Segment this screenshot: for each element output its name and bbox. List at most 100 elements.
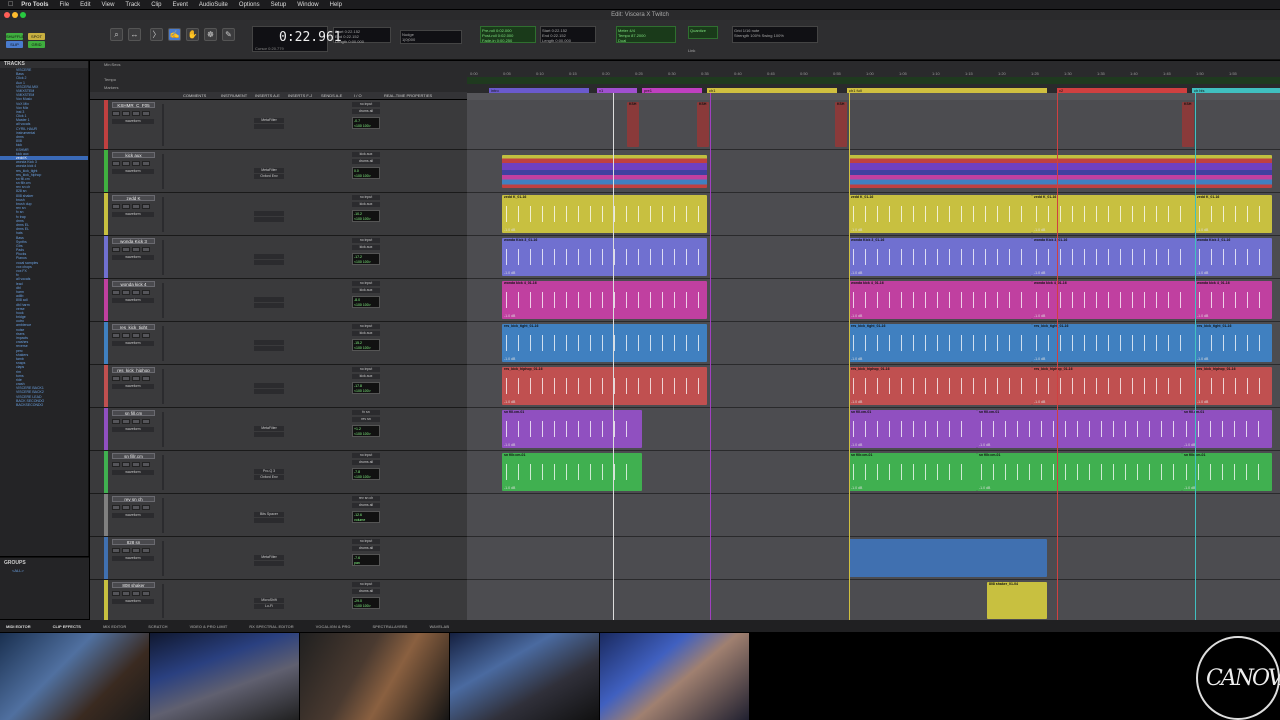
insert-slot-2[interactable]: [254, 389, 284, 394]
solo-button[interactable]: [132, 111, 140, 116]
insert-slot-2[interactable]: [254, 561, 284, 566]
record-enable-button[interactable]: [112, 419, 120, 424]
audio-clip[interactable]: [502, 155, 707, 188]
audio-clip[interactable]: wonda kick 4_01-16 -1.0 dB: [502, 281, 707, 319]
insert-slot-2[interactable]: [254, 346, 284, 351]
solo-button[interactable]: [132, 204, 140, 209]
track-lane[interactable]: KSH KSH KSH KSH: [467, 100, 1280, 150]
insert-slot-2[interactable]: [254, 432, 284, 437]
nudge-value[interactable]: 1|0|000: [402, 37, 460, 42]
output-selector[interactable]: kick aux: [352, 245, 380, 250]
input-selector[interactable]: kick aux: [352, 152, 380, 157]
track-lane[interactable]: [467, 537, 1280, 580]
swing-value[interactable]: 100%: [774, 33, 784, 38]
insert-slot[interactable]: MicroShift: [254, 598, 284, 603]
col-instrument[interactable]: INSTRUMENT: [218, 92, 252, 99]
output-selector[interactable]: kick aux: [352, 288, 380, 293]
track-name[interactable]: res_kick_hiphop: [112, 367, 155, 373]
insert-slot[interactable]: [254, 297, 284, 302]
input-selector[interactable]: no input: [352, 102, 380, 107]
scrubber-tool-icon[interactable]: ☸: [204, 28, 217, 41]
track-lane[interactable]: wonda kick 4_01-16 -1.0 dB wonda kick 4_01…: [467, 279, 1280, 322]
track-name[interactable]: sn fillr.cm: [112, 453, 155, 459]
input-monitor-button[interactable]: [122, 419, 130, 424]
audio-clip[interactable]: wonda Kick 3_01-16 -1.0 dB: [1195, 238, 1272, 276]
insert-slot[interactable]: MetaFilter: [254, 426, 284, 431]
insert-slot[interactable]: MetaFilter: [254, 555, 284, 560]
volume-pan-display[interactable]: 0.0 <100 100>: [352, 167, 380, 179]
output-selector[interactable]: kick aux: [352, 202, 380, 207]
track-view-selector[interactable]: waveform: [112, 341, 154, 346]
audio-clip[interactable]: res_kick_hiphop_01-16 -1.0 dB: [849, 367, 1032, 405]
t-length-value[interactable]: 0:00.000: [555, 38, 571, 43]
record-enable-button[interactable]: [112, 247, 120, 252]
marker-v2[interactable]: v2: [1057, 88, 1187, 93]
tempo-ruler[interactable]: [467, 77, 1280, 84]
track-view-selector[interactable]: waveform: [112, 427, 154, 432]
main-counter[interactable]: 0:22.961 Cursor 0:20.779: [252, 26, 342, 52]
track-view-selector[interactable]: waveform: [112, 255, 154, 260]
bottom-tab-scratch[interactable]: SCRATCH: [148, 624, 167, 629]
solo-button[interactable]: [132, 548, 140, 553]
audio-clip[interactable]: sn fill.cm-01 -1.0 dB: [502, 410, 642, 448]
bottom-tab-vocalign-pro[interactable]: VOCALIGN & PRO: [316, 624, 351, 629]
audio-clip[interactable]: KSH: [1182, 102, 1194, 147]
pencil-tool-icon[interactable]: ✎: [222, 28, 235, 41]
track-lane[interactable]: 808 shaker_01-04: [467, 580, 1280, 622]
track-name[interactable]: sn fill.cm: [112, 410, 155, 416]
mode-slip-button[interactable]: SLIP: [6, 41, 23, 48]
output-selector[interactable]: drums all: [352, 589, 380, 594]
edit-timeline[interactable]: intro v1 pre1 ch1 ch1 full v2 ch bis KSH KSH KSH…: [467, 88, 1280, 622]
insert-slot-2[interactable]: [254, 124, 284, 129]
meter-tempo-fields[interactable]: Meter 4/4 Tempo 87.2000 Dual: [616, 26, 676, 43]
close-window-button[interactable]: [4, 12, 10, 18]
solo-button[interactable]: [132, 290, 140, 295]
track-name[interactable]: wonda kick 4: [112, 281, 155, 287]
volume-pan-display[interactable]: -0.7 <100 100>: [352, 117, 380, 129]
input-selector[interactable]: no input: [352, 453, 380, 458]
menu-options[interactable]: Options: [239, 2, 260, 8]
track-name[interactable]: KSHMR_C_F05: [112, 102, 155, 108]
mode-grid-button[interactable]: GRID: [28, 41, 45, 48]
bottom-tab-clip-effects[interactable]: CLIP EFFECTS: [53, 624, 81, 629]
input-selector[interactable]: no input: [352, 238, 380, 243]
mute-button[interactable]: [142, 591, 150, 596]
track-header[interactable]: wonda Kick 3 waveform no input kick aux …: [90, 236, 467, 279]
track-name[interactable]: zedd K: [112, 195, 155, 201]
bottom-tab-spectralayers[interactable]: SPECTRALAYERS: [372, 624, 407, 629]
output-selector[interactable]: kick aux: [352, 374, 380, 379]
solo-button[interactable]: [132, 462, 140, 467]
volume-pan-display[interactable]: -17.8 <100 100>: [352, 382, 380, 394]
nudge-field[interactable]: Nudge 1|0|000: [400, 30, 462, 44]
output-selector[interactable]: drums all: [352, 546, 380, 551]
track-name[interactable]: 828 sn: [112, 539, 155, 545]
menu-help[interactable]: Help: [330, 2, 342, 8]
track-name[interactable]: 808 shaker: [112, 582, 155, 588]
mute-button[interactable]: [142, 161, 150, 166]
mute-button[interactable]: [142, 548, 150, 553]
audio-clip[interactable]: KSH: [627, 102, 639, 147]
record-enable-button[interactable]: [112, 111, 120, 116]
col-comments[interactable]: COMMENTS: [180, 92, 218, 99]
input-monitor-button[interactable]: [122, 591, 130, 596]
smart-tool-icon[interactable]: ✍: [168, 28, 181, 41]
mute-button[interactable]: [142, 204, 150, 209]
strength-value[interactable]: 100%: [750, 33, 760, 38]
mute-button[interactable]: [142, 247, 150, 252]
insert-slot[interactable]: [254, 211, 284, 216]
mode-spot-button[interactable]: SPOT: [28, 33, 45, 40]
input-monitor-button[interactable]: [122, 111, 130, 116]
mute-button[interactable]: [142, 505, 150, 510]
audio-clip[interactable]: 808 shaker_01-04: [987, 582, 1047, 619]
audio-clip[interactable]: wonda kick 4_01-16 -1.0 dB: [849, 281, 1032, 319]
minimize-window-button[interactable]: [12, 12, 18, 18]
volume-pan-display[interactable]: -29.0 <100 100>: [352, 597, 380, 609]
solo-button[interactable]: [132, 419, 140, 424]
marker-ch-bis[interactable]: ch bis: [1192, 88, 1280, 93]
record-enable-button[interactable]: [112, 505, 120, 510]
selector-tool-icon[interactable]: 〉: [150, 28, 163, 41]
menu-audiosuite[interactable]: AudioSuite: [199, 2, 228, 8]
audio-clip[interactable]: wonda Kick 3_01-16 -1.0 dB: [502, 238, 707, 276]
record-enable-button[interactable]: [112, 204, 120, 209]
input-selector[interactable]: no input: [352, 281, 380, 286]
